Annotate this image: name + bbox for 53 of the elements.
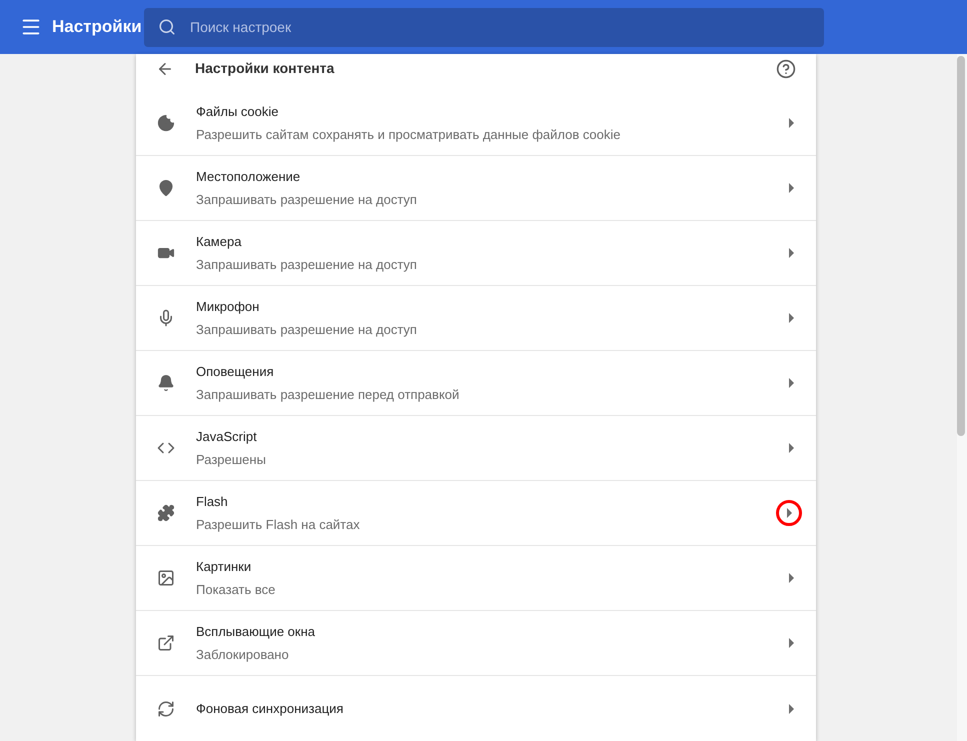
settings-row[interactable]: Flash Разрешить Flash на сайтах	[136, 481, 816, 546]
row-title: Оповещения	[196, 362, 275, 381]
row-title: Местоположение	[196, 168, 302, 186]
row-title: Микрофон	[196, 298, 260, 316]
row-subtitle: Запрашивать разрешение на доступ	[196, 191, 417, 209]
image-icon	[157, 569, 175, 587]
row-title: Картинки	[196, 558, 252, 576]
cookie-icon	[157, 114, 175, 132]
row-title: Всплывающие окна	[196, 622, 316, 641]
row-subtitle: Запрашивать разрешение перед отправкой	[196, 386, 460, 404]
search-field[interactable]: Поиск настроек	[144, 8, 824, 46]
row-title: Файлы cookie	[196, 102, 280, 120]
caret-right-icon	[789, 313, 794, 323]
row-title: Камера	[196, 232, 242, 251]
row-subtitle: Запрашивать разрешение на доступ	[196, 256, 417, 274]
row-subtitle: Запрашивать разрешение на доступ	[196, 321, 417, 339]
row-title: Flash	[196, 492, 229, 510]
caret-right-icon	[789, 118, 794, 128]
row-subtitle: Заблокировано	[196, 646, 290, 664]
caret-right-icon	[786, 508, 792, 518]
settings-row[interactable]: Картинки Показать все	[136, 546, 816, 611]
row-subtitle: Разрешить сайтам сохранять и просматривать данные файлов cookie	[196, 126, 620, 144]
settings-row[interactable]: Всплывающие окна Заблокировано	[136, 611, 816, 676]
microphone-icon	[157, 309, 175, 327]
row-subtitle: Разрешены	[196, 451, 266, 469]
scrollbar[interactable]	[957, 54, 967, 741]
row-title: Фоновая синхронизация	[196, 700, 344, 718]
location-pin-icon	[157, 179, 175, 197]
bell-icon	[157, 374, 175, 392]
help-icon[interactable]	[776, 58, 796, 79]
caret-right-icon	[789, 378, 794, 388]
settings-row[interactable]: Микрофон Запрашивать разрешение на доступ	[136, 286, 816, 351]
settings-row[interactable]: Файлы cookie Разрешить сайтам сохранять и просматривать данные файлов cookie	[136, 91, 816, 156]
caret-right-icon	[789, 183, 794, 193]
settings-row[interactable]: JavaScript Разрешены	[136, 416, 816, 481]
row-title: JavaScript	[196, 428, 258, 446]
caret-right-icon	[789, 443, 794, 453]
caret-right-icon	[789, 704, 794, 714]
settings-row[interactable]: Камера Запрашивать разрешение на доступ	[136, 221, 816, 286]
page-title: Настройки контента	[195, 59, 334, 78]
app-title: Настройки	[52, 16, 143, 38]
caret-right-icon	[789, 573, 794, 583]
search-icon	[158, 18, 176, 36]
row-subtitle: Разрешить Flash на сайтах	[196, 516, 360, 534]
puzzle-piece-icon	[157, 504, 175, 522]
caret-right-icon	[789, 248, 794, 258]
settings-row[interactable]: Фоновая синхронизация	[136, 676, 816, 741]
settings-row[interactable]: Местоположение Запрашивать разрешение на доступ	[136, 156, 816, 221]
sync-icon	[157, 700, 175, 718]
settings-row[interactable]: Оповещения Запрашивать разрешение перед отправкой	[136, 351, 816, 416]
caret-right-icon	[789, 638, 794, 648]
row-subtitle: Показать все	[196, 581, 276, 599]
external-link-icon	[157, 634, 175, 652]
